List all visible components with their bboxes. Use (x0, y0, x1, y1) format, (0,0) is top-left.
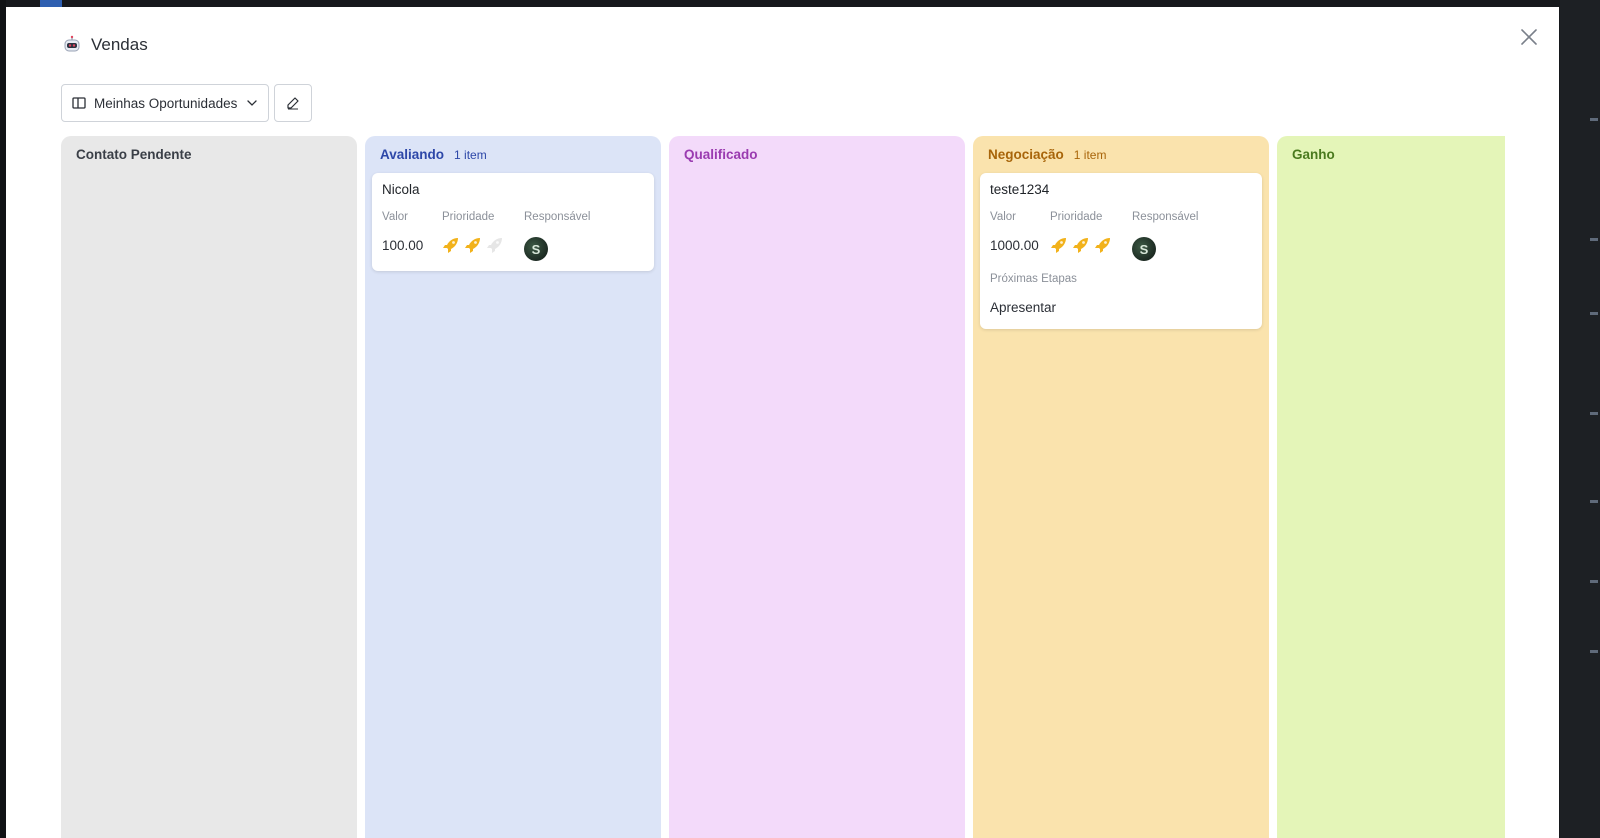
view-select-label: Meinhas Oportunidades (94, 95, 238, 111)
columns-icon (72, 97, 86, 109)
column-ganho: Ganho (1277, 136, 1505, 838)
rocket-icon-filled (464, 236, 482, 254)
opportunity-card-nicola[interactable]: Nicola Valor 100.00 Prioridade Responsáv… (372, 173, 654, 271)
priority-rating (442, 233, 524, 257)
background-right-edge (1560, 0, 1600, 838)
column-title: Ganho (1292, 147, 1335, 162)
avatar[interactable]: S (1132, 237, 1156, 261)
background-top-tab (40, 0, 62, 7)
proximas-etapas-value: Apresentar (990, 299, 1057, 315)
responsavel-label: Responsável (1132, 211, 1199, 223)
column-header: Contato Pendente (68, 145, 350, 173)
valor-label: Valor (990, 211, 1016, 223)
board-modal: Vendas Meinhas Oportunidades Contato Pen… (6, 7, 1559, 838)
column-header: Negociação 1 item (980, 145, 1262, 173)
avatar[interactable]: S (524, 237, 548, 261)
column-title: Qualificado (684, 147, 758, 162)
rocket-icon-filled (1094, 236, 1112, 254)
robot-icon (64, 35, 80, 52)
column-avaliando: Avaliando 1 item Nicola Valor 100.00 Pri… (365, 136, 661, 838)
column-count: 1 item (454, 148, 487, 162)
view-select[interactable]: Meinhas Oportunidades (61, 84, 269, 122)
column-header: Ganho (1284, 145, 1505, 173)
column-title: Negociação (988, 147, 1064, 162)
rocket-icon-filled (1072, 236, 1090, 254)
column-qualificado: Qualificado (669, 136, 965, 838)
column-title: Avaliando (380, 147, 445, 162)
proximas-etapas-label: Próximas Etapas (990, 273, 1077, 285)
kanban-board: Contato Pendente Avaliando 1 item Nicola… (61, 136, 1505, 838)
pen-icon (287, 97, 299, 110)
toolbar: Meinhas Oportunidades (61, 84, 312, 122)
column-contato-pendente: Contato Pendente (61, 136, 357, 838)
modal-header: Vendas (62, 35, 148, 55)
close-icon[interactable] (1519, 27, 1539, 47)
rocket-icon-empty (486, 236, 504, 254)
chevron-down-icon (247, 100, 257, 106)
column-title: Contato Pendente (76, 147, 192, 162)
column-negociacao: Negociação 1 item teste1234 Valor 1000.0… (973, 136, 1269, 838)
page-title: Vendas (91, 35, 148, 54)
column-header: Qualificado (676, 145, 958, 173)
card-title: teste1234 (990, 182, 1050, 197)
responsavel-label: Responsável (524, 211, 591, 223)
rocket-icon-filled (442, 236, 460, 254)
valor-label: Valor (382, 211, 408, 223)
prioridade-label: Prioridade (442, 211, 495, 223)
opportunity-card-teste1234[interactable]: teste1234 Valor 1000.00 Prioridade Respo… (980, 173, 1262, 329)
edit-view-button[interactable] (274, 84, 312, 122)
column-header: Avaliando 1 item (372, 145, 654, 173)
valor-value: 100.00 (382, 237, 424, 253)
prioridade-label: Prioridade (1050, 211, 1103, 223)
priority-rating (1050, 233, 1132, 257)
column-count: 1 item (1073, 148, 1107, 162)
rocket-icon-filled (1050, 236, 1068, 254)
valor-value: 1000.00 (990, 237, 1039, 253)
card-title: Nicola (382, 182, 420, 197)
